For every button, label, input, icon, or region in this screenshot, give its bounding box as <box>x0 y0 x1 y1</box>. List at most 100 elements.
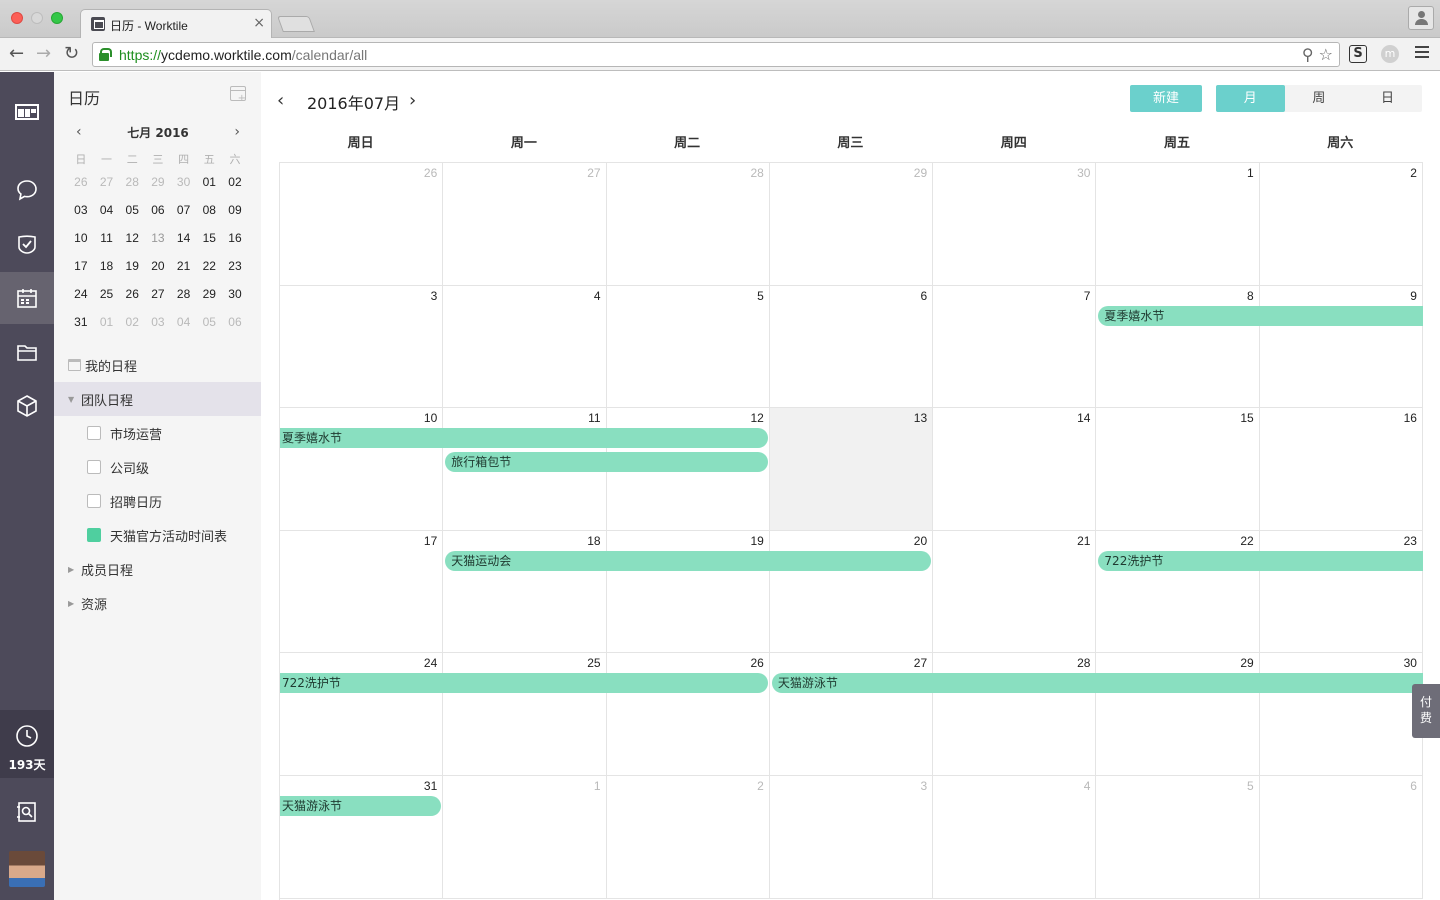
day-cell[interactable]: 20 <box>769 530 934 654</box>
day-cell[interactable]: 6 <box>1259 776 1423 899</box>
mini-day[interactable]: 25 <box>94 287 120 301</box>
reload-icon[interactable]: ↻ <box>64 44 79 64</box>
mini-day[interactable]: 16 <box>222 231 248 245</box>
mini-day[interactable]: 24 <box>68 287 94 301</box>
day-cell[interactable]: 15 <box>1096 408 1260 531</box>
mini-day[interactable]: 07 <box>171 203 197 217</box>
day-cell[interactable]: 31 <box>280 776 444 899</box>
mini-day[interactable]: 08 <box>196 203 222 217</box>
mini-day[interactable]: 30 <box>222 287 248 301</box>
mini-day[interactable]: 27 <box>94 175 120 189</box>
mini-day[interactable]: 09 <box>222 203 248 217</box>
day-cell[interactable]: 23 <box>1259 530 1423 654</box>
forward-arrow-icon[interactable]: → <box>36 44 51 64</box>
mini-day[interactable]: 02 <box>119 315 145 329</box>
day-cell[interactable]: 2 <box>606 776 770 899</box>
day-cell[interactable]: 13 <box>769 408 934 531</box>
mini-day[interactable]: 03 <box>145 315 171 329</box>
view-button[interactable]: 月 <box>1216 85 1285 112</box>
mini-day[interactable]: 14 <box>171 231 197 245</box>
calendar-event[interactable]: 天猫游泳节 <box>771 673 1423 694</box>
day-cell[interactable]: 28 <box>606 163 770 286</box>
day-cell[interactable]: 30 <box>933 163 1097 286</box>
mini-next-month-icon[interactable]: › <box>234 124 240 140</box>
mini-day[interactable]: 29 <box>145 175 171 189</box>
day-cell[interactable]: 18 <box>443 530 607 654</box>
day-cell[interactable]: 14 <box>933 408 1097 531</box>
new-tab-button[interactable] <box>277 16 315 32</box>
calendar-icon[interactable] <box>0 272 54 324</box>
team-calendar-item[interactable]: 市场运营 <box>54 416 261 450</box>
mini-day[interactable]: 20 <box>145 259 171 273</box>
day-cell[interactable]: 6 <box>769 285 934 409</box>
close-window-button[interactable] <box>11 12 23 24</box>
url-text[interactable]: https://ycdemo.worktile.com/calendar/all <box>119 47 367 63</box>
calendar-event[interactable]: 天猫运动会 <box>445 550 932 571</box>
team-calendar-item[interactable]: 招聘日历 <box>54 484 261 518</box>
day-cell[interactable]: 25 <box>443 653 607 776</box>
new-event-button[interactable]: 新建 <box>1130 85 1202 112</box>
mini-day[interactable]: 23 <box>222 259 248 273</box>
day-cell[interactable]: 3 <box>769 776 934 899</box>
add-calendar-icon[interactable] <box>230 86 246 104</box>
day-cell[interactable]: 8 <box>1096 285 1260 409</box>
calendar-checkbox[interactable] <box>87 460 101 474</box>
mini-day[interactable]: 26 <box>119 287 145 301</box>
search-icon[interactable]: ⚲ <box>1302 45 1314 64</box>
day-cell[interactable]: 17 <box>280 530 444 654</box>
day-cell[interactable]: 7 <box>933 285 1097 409</box>
calendar-checkbox[interactable] <box>87 528 101 542</box>
calendar-event[interactable]: 天猫游泳节 <box>280 796 442 816</box>
caret-right-icon[interactable]: ▶ <box>68 565 78 574</box>
mini-day[interactable]: 21 <box>171 259 197 273</box>
mini-day[interactable]: 30 <box>171 175 197 189</box>
member-schedule-item[interactable]: ▶ 成员日程 <box>54 552 261 586</box>
mini-day[interactable]: 04 <box>171 315 197 329</box>
extension-s-icon[interactable]: S <box>1349 45 1367 63</box>
task-icon[interactable] <box>0 218 54 270</box>
contacts-search-icon[interactable] <box>0 786 54 838</box>
team-calendar-item[interactable]: 天猫官方活动时间表 <box>54 518 261 552</box>
calendar-event[interactable]: 夏季嬉水节 <box>280 428 768 449</box>
mini-day[interactable]: 29 <box>196 287 222 301</box>
day-cell[interactable]: 1 <box>1096 163 1260 286</box>
next-month-icon[interactable]: › <box>409 90 416 111</box>
day-cell[interactable]: 28 <box>933 653 1097 776</box>
mini-day[interactable]: 02 <box>222 175 248 189</box>
day-cell[interactable]: 19 <box>606 530 770 654</box>
mini-day[interactable]: 31 <box>68 315 94 329</box>
day-cell[interactable]: 5 <box>1096 776 1260 899</box>
day-cell[interactable]: 21 <box>933 530 1097 654</box>
view-button[interactable]: 日 <box>1353 85 1422 112</box>
day-cell[interactable]: 26 <box>606 653 770 776</box>
team-schedule-item[interactable]: ▼ 团队日程 <box>54 382 261 416</box>
bookmark-star-icon[interactable]: ☆ <box>1319 45 1333 64</box>
mini-day[interactable]: 26 <box>68 175 94 189</box>
trial-days-panel[interactable]: 193天 <box>0 710 54 778</box>
mini-day[interactable]: 18 <box>94 259 120 273</box>
day-cell[interactable]: 26 <box>280 163 444 286</box>
day-cell[interactable]: 4 <box>443 285 607 409</box>
view-button[interactable]: 周 <box>1285 85 1354 112</box>
day-cell[interactable]: 27 <box>769 653 934 776</box>
caret-down-icon[interactable]: ▼ <box>68 395 78 404</box>
mini-day[interactable]: 11 <box>94 231 120 245</box>
day-cell[interactable]: 24 <box>280 653 444 776</box>
pay-tab[interactable]: 付费 <box>1412 684 1440 738</box>
mini-day[interactable]: 01 <box>94 315 120 329</box>
mini-day[interactable]: 05 <box>196 315 222 329</box>
day-cell[interactable]: 4 <box>933 776 1097 899</box>
day-cell[interactable]: 22 <box>1096 530 1260 654</box>
caret-right-icon[interactable]: ▶ <box>68 599 78 608</box>
mini-day[interactable]: 04 <box>94 203 120 217</box>
browser-menu-icon[interactable] <box>1415 46 1429 61</box>
minimize-window-button[interactable] <box>31 12 43 24</box>
day-cell[interactable]: 5 <box>606 285 770 409</box>
browser-profile-button[interactable] <box>1408 6 1434 30</box>
tab-close-icon[interactable]: × <box>253 15 265 31</box>
day-cell[interactable]: 10 <box>280 408 444 531</box>
my-schedule-item[interactable]: 我的日程 <box>54 348 261 382</box>
mini-day[interactable]: 19 <box>119 259 145 273</box>
mini-day[interactable]: 03 <box>68 203 94 217</box>
day-cell[interactable]: 9 <box>1259 285 1423 409</box>
